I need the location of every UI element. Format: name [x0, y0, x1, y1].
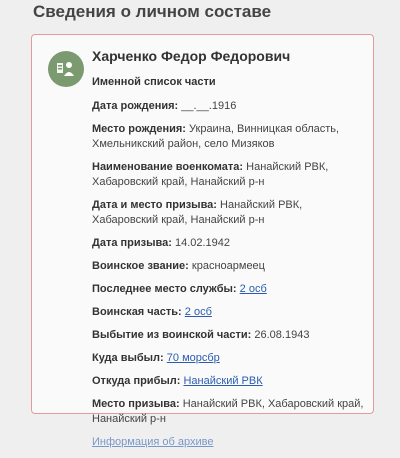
field-last-service: Последнее место службы: 2 осб — [92, 282, 367, 297]
field-label: Воинская часть: — [92, 306, 182, 318]
field-label: Куда выбыл: — [92, 352, 164, 364]
person-details: Харченко Федор Федорович Именной список … — [92, 45, 367, 458]
field-value: __.__.1916 — [181, 100, 237, 112]
field-label: Дата рождения: — [92, 100, 179, 112]
field-arrived-from: Откуда прибыл: Нанайский РВК — [92, 374, 367, 389]
field-value: красноармеец — [191, 260, 265, 272]
scrollbar[interactable] — [396, 0, 400, 400]
archive-info-row: Информация об архиве — [92, 435, 367, 450]
person-name: Харченко Федор Федорович — [92, 48, 291, 64]
field-label: Воинское звание: — [92, 260, 189, 272]
field-birth-date: Дата рождения: __.__.1916 — [92, 99, 367, 114]
field-label: Дата призыва: — [92, 237, 172, 249]
field-draft-place: Место призыва: Нанайский РВК, Хабаровски… — [92, 397, 367, 427]
field-value: 14.02.1942 — [174, 237, 231, 249]
person-card: Харченко Федор Федорович Именной список … — [31, 34, 374, 448]
arrived-from-link[interactable]: Нанайский РВК — [183, 375, 262, 387]
field-draft-date: Дата призыва: 14.02.1942 — [92, 236, 367, 251]
archive-info-link[interactable]: Информация об архиве — [92, 436, 213, 448]
section-title: Сведения о личном составе — [33, 2, 272, 21]
field-birth-place: Место рождения: Украина, Винницкая облас… — [92, 122, 367, 152]
field-label: Выбытие из воинской части: — [92, 329, 252, 341]
field-label: Наименование военкомата: — [92, 161, 244, 173]
field-rank: Воинское звание: красноармеец — [92, 259, 367, 274]
field-label: Место рождения: — [92, 123, 186, 135]
field-draft-date-place: Дата и место призыва: Нанайский РВК, Хаб… — [92, 198, 367, 228]
field-unit-departure: Выбытие из воинской части: 26.08.1943 — [92, 328, 367, 343]
field-departed-to: Куда выбыл: 70 морсбр — [92, 351, 367, 366]
record-type: Именной список части — [92, 76, 216, 88]
last-service-link[interactable]: 2 осб — [240, 283, 267, 295]
departed-to-link[interactable]: 70 морсбр — [167, 352, 220, 364]
field-label: Откуда прибыл: — [92, 375, 181, 387]
field-military-unit: Воинская часть: 2 осб — [92, 305, 367, 320]
field-label: Дата и место призыва: — [92, 199, 217, 211]
field-recruitment-office: Наименование военкомата: Нанайский РВК, … — [92, 160, 367, 190]
military-unit-link[interactable]: 2 осб — [185, 306, 212, 318]
field-value: 26.08.1943 — [254, 329, 310, 341]
person-avatar-icon — [48, 51, 84, 87]
field-label: Последнее место службы: — [92, 283, 237, 295]
